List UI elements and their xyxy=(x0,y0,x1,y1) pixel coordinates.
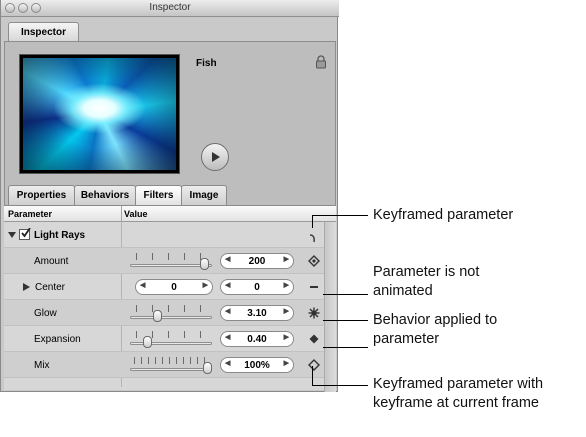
filter-row-light-rays: Light Rays xyxy=(4,222,324,248)
amount-value-field[interactable]: ◀ 200 ▶ xyxy=(220,253,294,269)
animation-menu-icon[interactable] xyxy=(309,234,317,244)
window-title: Inspector xyxy=(149,2,191,13)
leader-line xyxy=(323,320,368,321)
parameter-table: Parameter Value Light Rays Amount ◀ 200 ▶ xyxy=(4,205,336,392)
filter-name: Light Rays xyxy=(34,230,86,241)
parameter-label: Mix xyxy=(34,360,50,371)
column-header-value: Value xyxy=(124,209,148,219)
callout-behavior: Behavior applied to parameter xyxy=(373,312,498,347)
column-header-parameter: Parameter xyxy=(8,209,53,219)
leader-line xyxy=(312,366,313,386)
tab-behaviors[interactable]: Behaviors xyxy=(74,185,136,205)
parameter-row-mix: Mix ◀ 100% ▶ xyxy=(4,352,324,378)
glow-value-field[interactable]: ◀ 3.10 ▶ xyxy=(220,305,294,321)
amount-slider[interactable] xyxy=(128,251,214,271)
expansion-value-field[interactable]: ◀ 0.40 ▶ xyxy=(220,331,294,347)
keyframe-diamond-icon[interactable] xyxy=(308,255,320,267)
glow-slider[interactable] xyxy=(128,303,214,323)
parameter-row-glow: Glow ◀ 3.10 ▶ xyxy=(4,300,324,326)
callout-not-animated: Parameter is not animated xyxy=(373,264,480,299)
leader-line xyxy=(323,294,368,295)
center-x-field[interactable]: ◀ 0 ▶ xyxy=(135,279,213,295)
parameter-label: Amount xyxy=(34,256,69,267)
mix-value-field[interactable]: ◀ 100% ▶ xyxy=(220,357,294,373)
table-header: Parameter Value xyxy=(4,206,336,222)
preview-thumbnail xyxy=(19,54,180,174)
scrollbar[interactable] xyxy=(324,222,336,392)
keyframe-current-icon[interactable] xyxy=(308,359,320,371)
center-y-field[interactable]: ◀ 0 ▶ xyxy=(220,279,294,295)
not-animated-dash-icon[interactable] xyxy=(308,281,320,293)
expansion-slider[interactable] xyxy=(128,329,214,349)
play-button[interactable] xyxy=(201,143,229,171)
inspector-window: Inspector Inspector Fish Properties Beha… xyxy=(0,0,339,392)
behavior-gear-icon[interactable] xyxy=(308,307,320,319)
parameter-label: Glow xyxy=(34,308,57,319)
parameter-row-expansion: Expansion ◀ 0.40 ▶ xyxy=(4,326,324,352)
tab-filters[interactable]: Filters xyxy=(135,185,182,205)
disclosure-triangle-closed-icon[interactable] xyxy=(23,283,30,291)
play-icon xyxy=(212,152,220,162)
parameter-row-amount: Amount ◀ 200 ▶ xyxy=(4,248,324,274)
object-name: Fish xyxy=(196,58,217,69)
title-bar: Inspector xyxy=(1,0,339,17)
leader-line xyxy=(312,215,368,216)
tab-inspector[interactable]: Inspector xyxy=(8,22,79,42)
parameter-label: Center xyxy=(35,282,66,293)
leader-line xyxy=(312,385,368,386)
keyframe-diamond-filled-icon[interactable] xyxy=(308,333,320,345)
callout-keyframe-current: Keyframed parameter with keyframe at cur… xyxy=(373,376,544,411)
leader-line xyxy=(323,347,368,348)
leader-line xyxy=(312,215,313,228)
tab-properties[interactable]: Properties xyxy=(8,185,75,205)
parameter-label: Expansion xyxy=(34,334,81,345)
mix-slider[interactable] xyxy=(128,355,214,375)
callout-keyframed: Keyframed parameter xyxy=(373,207,514,223)
checkmark-icon xyxy=(21,228,31,238)
tab-image[interactable]: Image xyxy=(181,185,227,205)
lock-icon[interactable] xyxy=(315,55,327,69)
enable-checkbox[interactable] xyxy=(19,228,31,240)
parameter-row-center: Center ◀ 0 ▶ ◀ 0 ▶ xyxy=(4,274,324,300)
disclosure-triangle-open-icon[interactable] xyxy=(8,231,16,239)
